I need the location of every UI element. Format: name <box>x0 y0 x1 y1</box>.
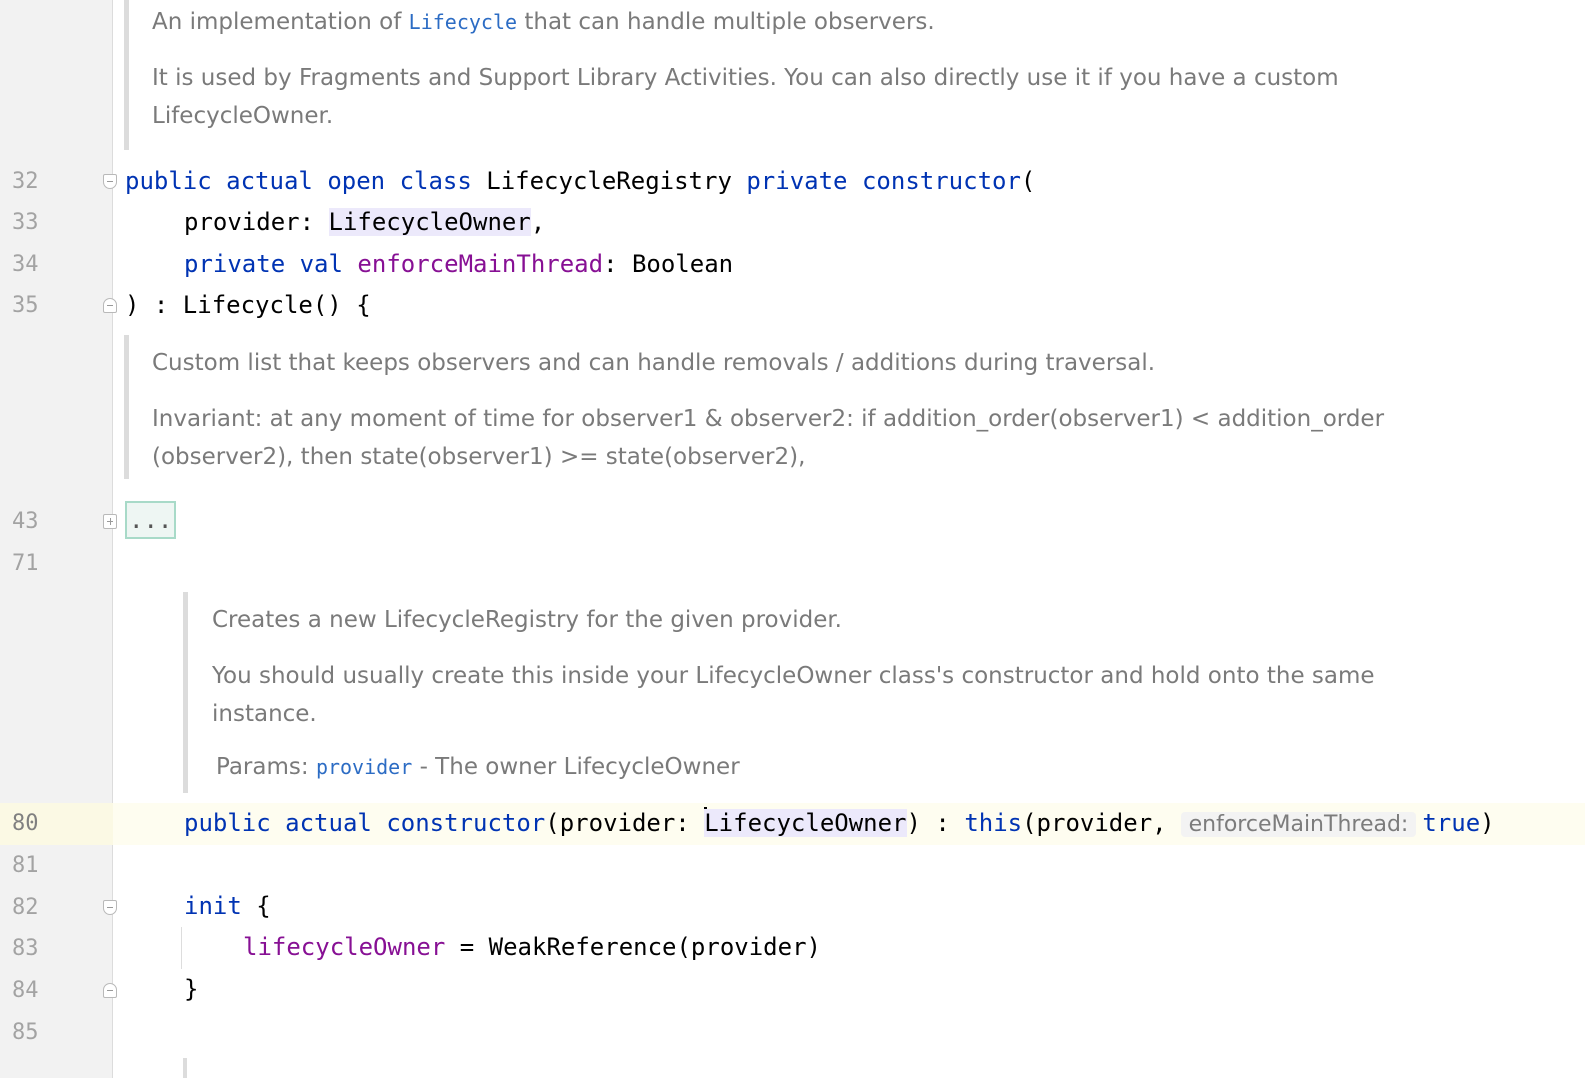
code-line-82[interactable]: init { <box>184 886 271 927</box>
code-line-35[interactable]: ) : Lifecycle() { <box>125 285 371 326</box>
line-number: 81 <box>12 853 39 878</box>
doc-param-link[interactable]: provider <box>316 755 412 779</box>
code-line-84[interactable]: } <box>184 969 198 1010</box>
line-number: 83 <box>12 936 39 961</box>
doc-comment-bar <box>183 1058 187 1078</box>
code-line-80[interactable]: public actual constructor(provider: Life… <box>184 803 1495 845</box>
line-number: 85 <box>12 1020 39 1045</box>
line-number-current: 80 <box>12 811 39 836</box>
fold-end-icon[interactable] <box>103 298 117 313</box>
doc-comment-constructor: Creates a new LifecycleRegistry for the … <box>212 601 1552 786</box>
line-number: 32 <box>12 169 39 194</box>
doc-params: Params: provider - The owner LifecycleOw… <box>216 754 740 780</box>
code-line-34[interactable]: private val enforceMainThread: Boolean <box>184 244 733 285</box>
doc-paragraph: Custom list that keeps observers and can… <box>152 350 1156 376</box>
indent-guide <box>181 927 182 969</box>
doc-paragraph: Invariant: at any moment of time for obs… <box>152 406 1385 470</box>
line-number: 43 <box>12 509 39 534</box>
fold-expand-icon[interactable] <box>103 514 117 529</box>
doc-comment-bar <box>124 0 129 150</box>
line-number: 71 <box>12 551 39 576</box>
fold-collapse-icon[interactable] <box>103 174 117 189</box>
doc-comment-bar <box>124 335 129 479</box>
doc-comment-class: An implementation of Lifecycle that can … <box>152 3 1552 135</box>
line-number: 33 <box>12 210 39 235</box>
fold-collapse-icon[interactable] <box>103 900 117 915</box>
line-number: 34 <box>12 252 39 277</box>
code-line-83[interactable]: lifecycleOwner = WeakReference(provider) <box>243 927 821 968</box>
code-line-33[interactable]: provider: LifecycleOwner, <box>184 202 545 243</box>
parameter-name-hint: enforceMainThread: <box>1180 812 1417 837</box>
code-line-43[interactable]: ... <box>125 500 177 541</box>
fold-end-icon[interactable] <box>103 983 117 998</box>
doc-comment-bar <box>183 592 188 793</box>
line-number: 82 <box>12 895 39 920</box>
line-number: 35 <box>12 293 39 318</box>
line-number: 84 <box>12 978 39 1003</box>
doc-comment-observer: Custom list that keeps observers and can… <box>152 344 1552 476</box>
doc-paragraph: You should usually create this inside yo… <box>212 663 1375 727</box>
doc-paragraph: It is used by Fragments and Support Libr… <box>152 65 1339 129</box>
doc-paragraph: An implementation of Lifecycle that can … <box>152 9 935 35</box>
code-line-32[interactable]: public actual open class LifecycleRegist… <box>125 161 1035 202</box>
doc-paragraph: Creates a new LifecycleRegistry for the … <box>212 607 842 633</box>
folded-region[interactable]: ... <box>125 501 177 539</box>
doc-code-link[interactable]: Lifecycle <box>409 10 517 34</box>
